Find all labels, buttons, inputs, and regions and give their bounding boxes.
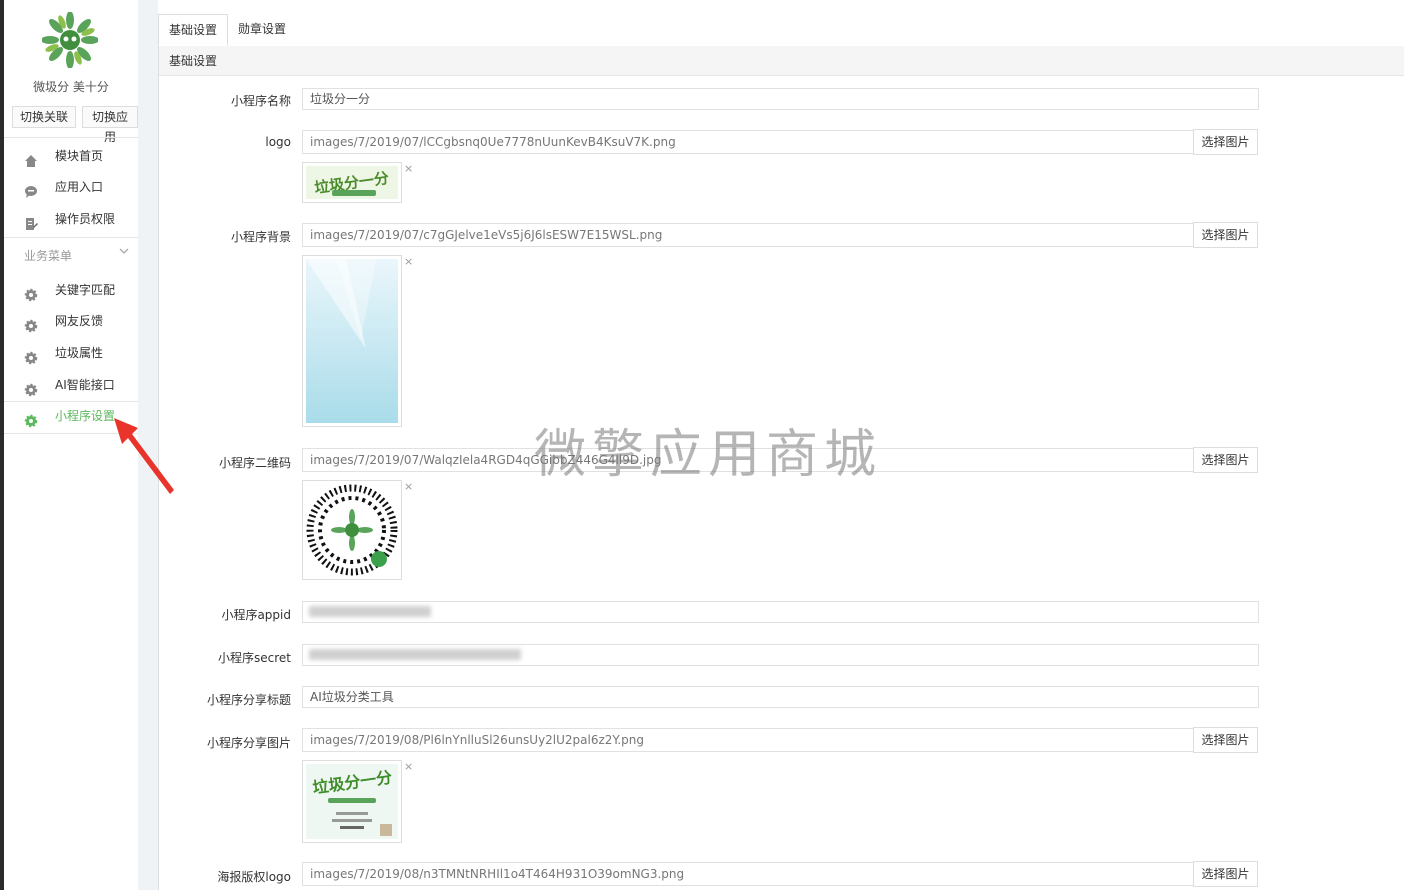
panel-title: 基础设置 [159,46,1404,76]
miniprogram-name-label: 小程序名称 [230,94,291,108]
sidebar-item-module-home[interactable]: 模块首页 [4,141,138,171]
sidebar-item-app-entry[interactable]: 应用入口 [4,172,138,202]
qrcode-remove-icon[interactable]: × [404,481,413,492]
tab-bar: 基础设置 勋章设置 [158,14,1404,47]
logo-remove-icon[interactable]: × [404,163,413,174]
share-image-remove-icon[interactable]: × [404,761,413,772]
sidebar-item-operator-permission[interactable]: 操作员权限 [4,204,138,234]
switch-app-button[interactable]: 切换应用 [82,106,138,144]
gear-icon [24,409,38,428]
tab-basic-settings[interactable]: 基础设置 [158,14,229,46]
logo-thumbnail: 垃圾分一分 [302,162,402,203]
share-image-thumbnail: 垃圾分一分 [302,760,402,843]
sidebar-item-label: 模块首页 [55,149,104,163]
qrcode-select-image-button[interactable]: 选择图片 [1193,447,1258,473]
sidebar-item-keyword-match[interactable]: 关键字匹配 [4,275,138,305]
gear-icon [24,314,38,333]
gear-icon [24,346,38,365]
sidebar-item-label: 垃圾属性 [55,346,104,360]
share-image-path-input[interactable]: images/7/2019/08/Pl6lnYnlluSl26unsUy2lU2… [302,728,1194,752]
sidebar-item-garbage-attribute[interactable]: 垃圾属性 [4,338,138,368]
sidebar-item-user-feedback[interactable]: 网友反馈 [4,306,138,336]
logo-path-input[interactable]: images/7/2019/07/lCCgbsnq0Ue7778nUunKevB… [302,130,1194,154]
sidebar-item-label: AI智能接口 [55,378,115,392]
miniprogram-name-input[interactable]: 垃圾分一分 [302,88,1259,110]
sidebar-item-label: 应用入口 [55,180,104,194]
app-name: 微圾分 美十分 [33,80,109,94]
background-path-input[interactable]: images/7/2019/07/c7gGJelve1eVs5j6J6lsESW… [302,223,1194,247]
gear-icon [24,283,38,302]
sidebar-item-ai-interface[interactable]: AI智能接口 [4,370,138,400]
edit-icon [24,212,38,230]
secret-label: 小程序secret [218,651,291,665]
appid-label: 小程序appid [221,608,291,622]
background-remove-icon[interactable]: × [404,256,413,267]
share-title-input[interactable]: AI垃圾分类工具 [302,686,1259,708]
chevron-down-icon[interactable] [118,245,130,257]
appid-input[interactable] [302,601,1259,623]
poster-logo-select-button[interactable]: 选择图片 [1193,861,1258,887]
gear-icon [24,378,38,397]
chat-icon [24,180,38,198]
switch-account-button[interactable]: 切换关联 [12,106,76,128]
background-label: 小程序背景 [230,230,291,244]
app-logo [41,11,99,69]
sidebar-item-label: 小程序设置 [55,409,116,423]
sidebar-item-label: 网友反馈 [55,314,104,328]
annotation-arrow-icon [114,418,174,494]
share-image-label: 小程序分享图片 [206,736,291,750]
sidebar-item-label: 关键字匹配 [55,283,116,297]
share-title-label: 小程序分享标题 [206,693,291,707]
home-icon [24,149,38,167]
sidebar-item-label: 操作员权限 [55,212,116,226]
poster-logo-path-input[interactable]: images/7/2019/08/n3TMNtNRHIl1o4T464H931O… [302,862,1194,886]
share-image-select-button[interactable]: 选择图片 [1193,727,1258,753]
secret-redacted [309,649,521,660]
qrcode-thumbnail [302,480,402,580]
background-select-image-button[interactable]: 选择图片 [1193,222,1258,248]
tab-medal-settings[interactable]: 勋章设置 [228,14,296,45]
logo-select-image-button[interactable]: 选择图片 [1193,129,1258,155]
background-thumbnail [302,255,402,427]
logo-label: logo [265,135,291,149]
qrcode-label: 小程序二维码 [218,456,291,470]
business-menu-title[interactable]: 业务菜单 [24,247,72,264]
divider [4,137,138,138]
divider [4,237,138,238]
watermark-text: 微擎应用商城 [534,425,883,485]
poster-logo-label: 海报版权logo [217,870,291,884]
appid-redacted [309,606,431,617]
